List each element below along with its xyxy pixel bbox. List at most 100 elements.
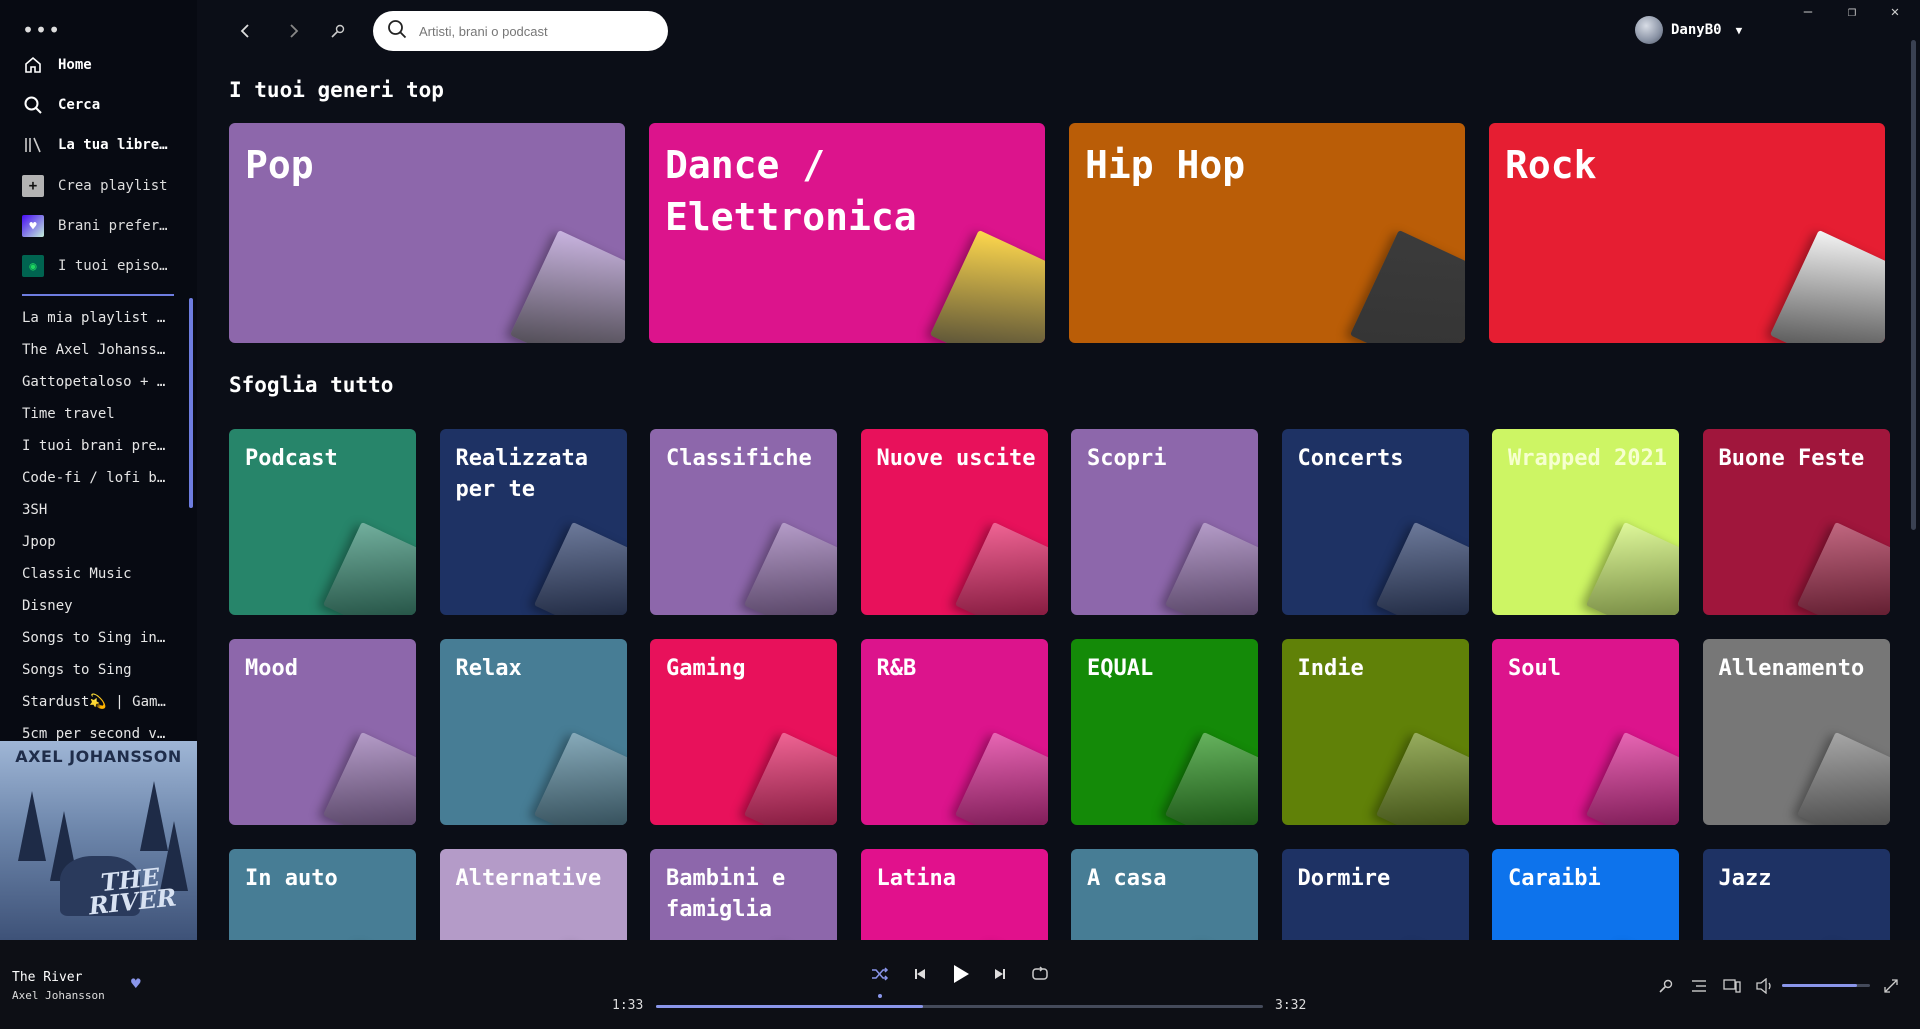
browse-category-card[interactable]: Scopri [1071, 429, 1258, 615]
playlist-item[interactable]: The Axel Johanss… [22, 338, 170, 370]
playlist-item[interactable]: Code-fi / lofi b… [22, 466, 170, 498]
shuffle-icon[interactable] [866, 960, 894, 988]
playlist-item[interactable]: Classic Music [22, 562, 170, 594]
browse-category-card-title: EQUAL [1087, 656, 1154, 681]
playlist-item[interactable]: 3SH [22, 498, 170, 530]
nav-episodes-label: I tuoi episo… [58, 258, 168, 274]
restore-icon[interactable]: ❐ [1837, 4, 1867, 20]
progress-bar[interactable] [656, 1005, 1263, 1008]
next-icon[interactable] [986, 960, 1014, 988]
cover-tree [18, 791, 46, 861]
nav-library[interactable]: La tua libre… [22, 134, 182, 156]
close-icon[interactable]: ✕ [1880, 4, 1910, 20]
nav-create-playlist[interactable]: + Crea playlist [22, 175, 182, 197]
browse-category-card[interactable]: Buone Feste [1702, 429, 1890, 615]
browse-category-card[interactable]: Jazz [1702, 849, 1890, 940]
top-genre-card[interactable]: Dance / Elettronica [649, 123, 1045, 343]
playlist-item[interactable]: Songs to Sing in… [22, 626, 170, 658]
queue-icon[interactable] [1688, 975, 1710, 997]
browse-category-card[interactable]: Concerts [1281, 429, 1469, 615]
now-playing-cover[interactable]: AXEL JOHANSSON THE RIVER [0, 741, 197, 940]
browse-category-card[interactable]: Mood [229, 639, 416, 825]
browse-category-card[interactable]: R&B [860, 639, 1048, 825]
mic-icon[interactable] [325, 18, 351, 44]
browse-category-card[interactable]: Soul [1492, 639, 1679, 825]
browse-category-card-title: Alternative [455, 866, 602, 891]
browse-category-card[interactable]: In auto [229, 849, 416, 940]
browse-category-card[interactable]: Indie [1281, 639, 1469, 825]
playlist-item[interactable]: Songs to Sing [22, 658, 170, 690]
nav-liked-songs[interactable]: ♥ Brani prefer… [22, 215, 182, 237]
minimize-icon[interactable]: — [1793, 4, 1823, 20]
browse-category-card-title: Mood [245, 656, 298, 681]
playlist-list: La mia playlist … The Axel Johanss… Gatt… [22, 306, 170, 754]
volume-slider[interactable] [1782, 984, 1870, 987]
playlist-item[interactable]: Jpop [22, 530, 170, 562]
browse-category-card[interactable]: EQUAL [1071, 639, 1258, 825]
browse-category-card[interactable]: Podcast [229, 429, 416, 615]
main-scrollbar[interactable] [1911, 40, 1916, 530]
volume-icon[interactable] [1754, 975, 1776, 997]
main-content: I tuoi generi top Pop Dance / Elettronica… [197, 62, 1897, 940]
browse-category-card[interactable]: Allenamento [1702, 639, 1890, 825]
search-input[interactable] [419, 23, 639, 39]
browse-category-card-title: Podcast [245, 446, 338, 471]
devices-icon[interactable] [1721, 975, 1743, 997]
search-bar[interactable] [373, 11, 668, 51]
browse-category-card[interactable]: Gaming [650, 639, 837, 825]
previous-icon[interactable] [906, 960, 934, 988]
sidebar-scrollbar[interactable] [189, 298, 193, 508]
browse-category-card-artwork [533, 521, 627, 615]
section-title-top-genres: I tuoi generi top [229, 78, 444, 102]
app-menu-button[interactable]: ••• [22, 18, 61, 42]
home-icon [22, 54, 44, 76]
now-playing-artist[interactable]: Axel Johansson [12, 989, 105, 1002]
nav-search[interactable]: Cerca [22, 94, 182, 116]
browse-category-card[interactable]: Bambini e famiglia [650, 849, 837, 940]
browse-category-card-title: Dormire [1297, 866, 1391, 891]
browse-category-card-artwork [743, 731, 837, 825]
top-genre-card[interactable]: Pop [229, 123, 625, 343]
top-genre-card[interactable]: Hip Hop [1069, 123, 1465, 343]
browse-category-card[interactable]: Classifiche [650, 429, 837, 615]
browse-category-card[interactable]: Alternative [439, 849, 627, 940]
browse-category-card-title: Concerts [1297, 446, 1404, 471]
now-playing-title[interactable]: The River [12, 970, 82, 985]
top-genre-card-title: Hip Hop [1085, 143, 1246, 187]
playlist-item[interactable]: I tuoi brani pre… [22, 434, 170, 466]
shuffle-active-dot [878, 994, 882, 998]
nav-home[interactable]: Home [22, 54, 182, 76]
fullscreen-icon[interactable] [1880, 975, 1902, 997]
play-icon[interactable] [946, 960, 974, 988]
playlist-item[interactable]: Disney [22, 594, 170, 626]
lyrics-mic-icon[interactable] [1655, 975, 1677, 997]
browse-category-card[interactable]: Dormire [1281, 849, 1469, 940]
playlist-item[interactable]: Time travel [22, 402, 170, 434]
browse-category-card[interactable]: Relax [439, 639, 627, 825]
browse-category-card[interactable]: A casa [1071, 849, 1258, 940]
browse-category-card[interactable]: Latina [860, 849, 1048, 940]
nav-search-label: Cerca [58, 97, 101, 113]
browse-category-card[interactable]: Wrapped 2021 [1492, 429, 1679, 615]
forward-button[interactable] [281, 18, 307, 44]
browse-category-card-artwork [1375, 731, 1469, 825]
browse-category-card[interactable]: Realizzata per te [439, 429, 627, 615]
browse-category-card[interactable]: Nuove uscite [860, 429, 1048, 615]
top-genre-card-title: Rock [1505, 143, 1597, 187]
browse-category-card-title: R&B [876, 656, 917, 681]
top-genre-card[interactable]: Rock [1489, 123, 1885, 343]
browse-category-card-artwork [322, 731, 416, 825]
back-button[interactable] [232, 18, 258, 44]
user-menu[interactable]: DanyB0 ▼ [1635, 16, 1742, 44]
playlist-item[interactable]: La mia playlist … [22, 306, 170, 338]
playlist-item[interactable]: Stardust💫 | Gam… [22, 690, 170, 722]
browse-category-card-artwork [1796, 731, 1890, 825]
section-title-browse-all: Sfoglia tutto [229, 373, 394, 397]
podcast-icon: ◉ [22, 255, 44, 277]
browse-category-card[interactable]: Caraibi [1492, 849, 1679, 940]
top-genre-card-artwork [509, 229, 625, 343]
nav-episodes[interactable]: ◉ I tuoi episo… [22, 255, 182, 277]
repeat-icon[interactable] [1026, 960, 1054, 988]
playlist-item[interactable]: Gattopetaloso + … [22, 370, 170, 402]
like-heart-icon[interactable]: ♥ [131, 974, 141, 993]
